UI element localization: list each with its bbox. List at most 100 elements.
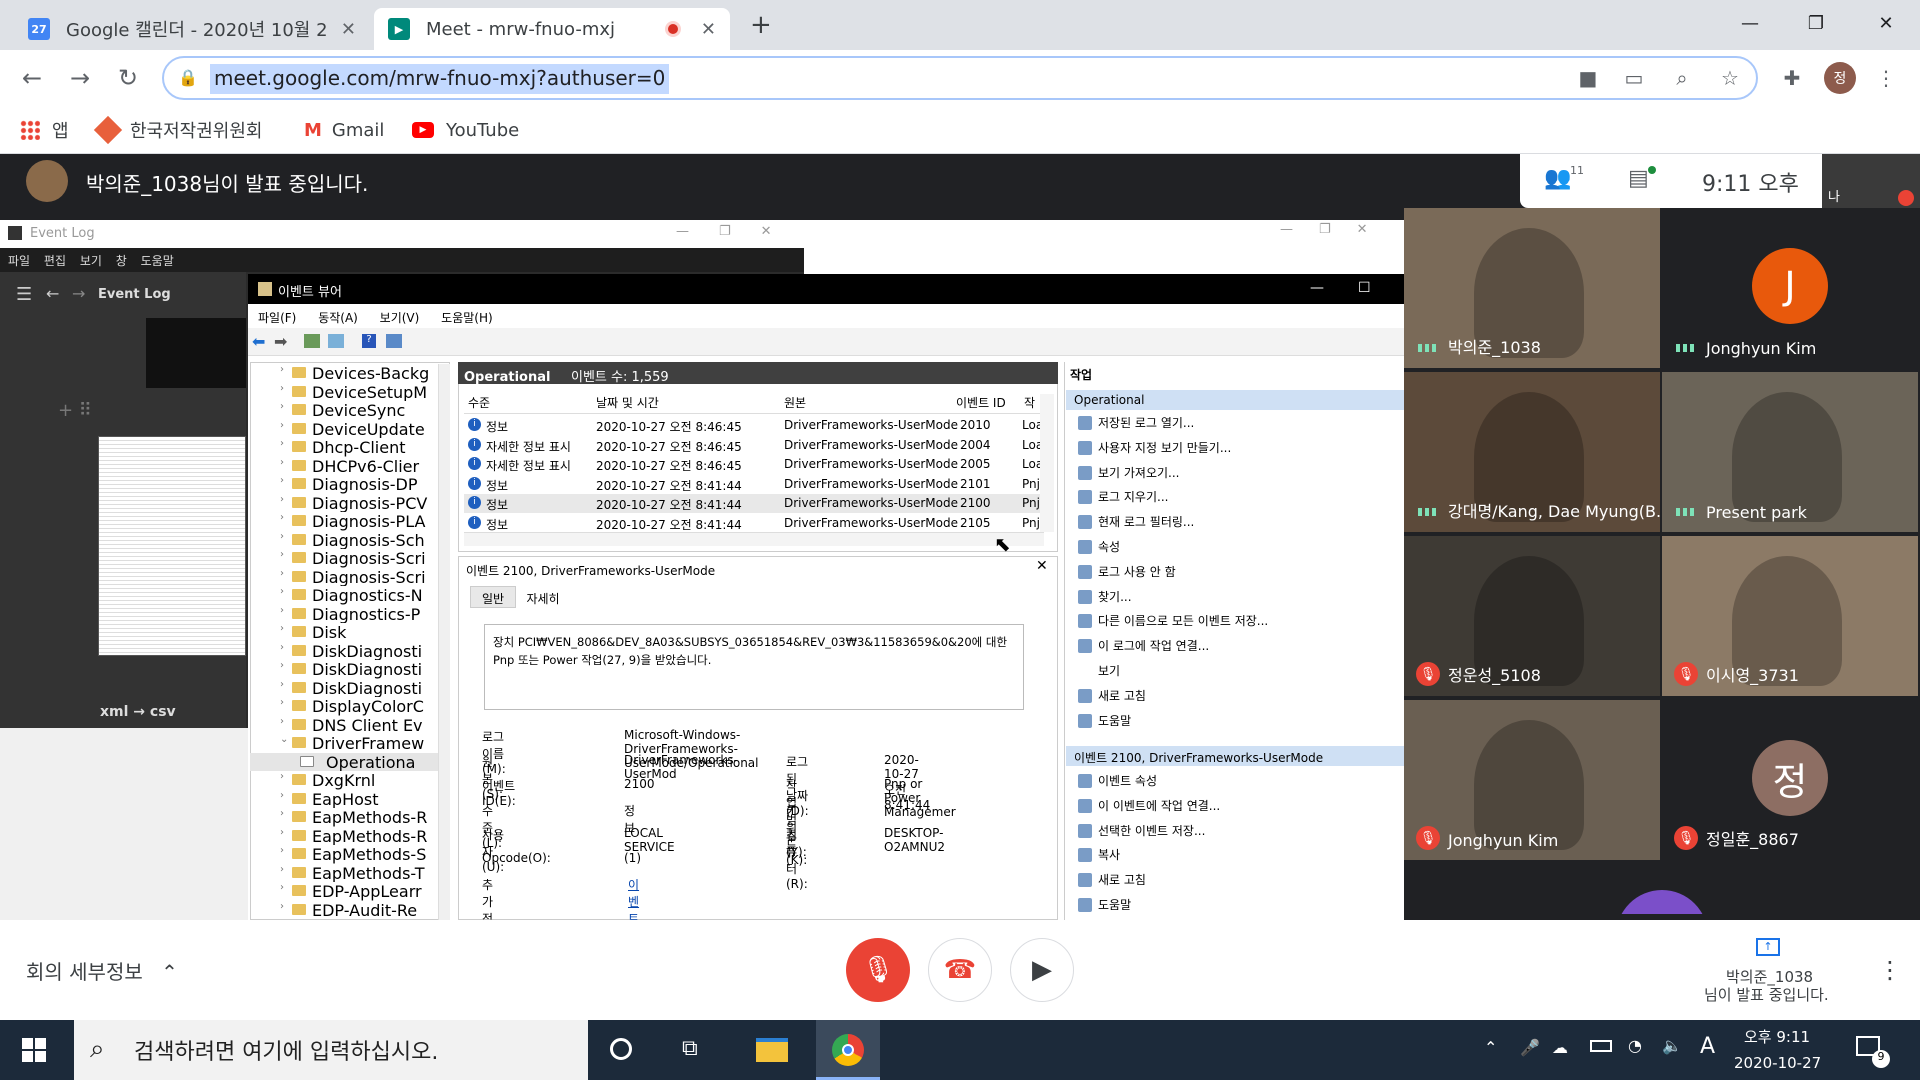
present-screen-icon[interactable]: ↑ — [1756, 938, 1780, 956]
column-task[interactable]: 작 — [1024, 394, 1035, 411]
cast-icon[interactable]: ▭ — [1618, 62, 1650, 94]
chevron-right-icon[interactable]: › — [280, 420, 284, 431]
event-row[interactable]: i 자세한 정보 표시 2020-10-27 오전 8:46:45 DriverFra… — [464, 436, 1043, 455]
star-icon[interactable]: ☆ — [1714, 62, 1746, 94]
new-tab-button[interactable]: + — [750, 10, 772, 40]
menu-edit[interactable]: 편집 — [44, 254, 66, 268]
file-explorer-icon[interactable] — [756, 1038, 788, 1062]
chevron-right-icon[interactable]: › — [280, 790, 284, 801]
forward-arrow-icon[interactable]: ➡ — [274, 332, 287, 351]
chevron-right-icon[interactable]: › — [280, 568, 284, 579]
action-item[interactable]: 새로 고침 — [1078, 871, 1146, 891]
tree-item[interactable]: › Diagnosis-DP — [250, 475, 450, 494]
column-source[interactable]: 원본 — [784, 394, 806, 411]
chevron-right-icon[interactable]: › — [280, 383, 284, 394]
tree-item[interactable]: › DiskDiagnosti — [250, 660, 450, 679]
tree-item[interactable]: › Diagnosis-Sch — [250, 531, 450, 550]
mic-toggle-button[interactable]: 🎙 — [846, 938, 910, 1002]
list-vscrollbar[interactable] — [1040, 394, 1054, 532]
column-datetime[interactable]: 날짜 및 시간 — [596, 394, 659, 411]
cortana-icon[interactable] — [610, 1038, 632, 1060]
wifi-icon[interactable]: ◔ — [1628, 1036, 1642, 1055]
chevron-right-icon[interactable]: › — [280, 679, 284, 690]
tree-item[interactable]: › DisplayColorC — [250, 697, 450, 716]
action-item[interactable]: 다른 이름으로 모든 이벤트 저장... — [1078, 612, 1268, 632]
chevron-right-icon[interactable]: › — [280, 401, 284, 412]
event-row[interactable]: i 정보 2020-10-27 오전 8:41:44 DriverFrameworks… — [464, 494, 1040, 513]
taskbar-search-box[interactable]: 검색하려면 여기에 입력하십시오. — [74, 1020, 588, 1080]
action-item[interactable]: 이벤트 속성 — [1078, 772, 1157, 792]
menu-help[interactable]: 도움말(H) — [441, 311, 493, 325]
bookmark-apps[interactable]: 앱 — [20, 114, 69, 146]
battery-icon[interactable] — [1590, 1040, 1612, 1052]
action-item[interactable]: 선택한 이벤트 저장... — [1078, 822, 1205, 842]
volume-icon[interactable]: 🔈 — [1662, 1036, 1682, 1055]
action-item[interactable]: 이 로그에 작업 연결... — [1078, 637, 1209, 657]
menu-view[interactable]: 보기 — [80, 254, 102, 268]
tree-item[interactable]: › DeviceUpdate — [250, 420, 450, 439]
hangup-button[interactable]: ☎ — [928, 938, 992, 1002]
chevron-right-icon[interactable]: › — [280, 549, 284, 560]
bookmark-copyright[interactable]: 한국저작권위원회 — [93, 114, 262, 146]
tree-item[interactable]: ⌄ DriverFramew — [250, 734, 450, 753]
event-row[interactable]: i 정보 2020-10-27 오전 8:41:44 DriverFrameworks… — [464, 475, 1040, 494]
chevron-right-icon[interactable]: › — [280, 623, 284, 634]
chevron-right-icon[interactable]: › — [280, 660, 284, 671]
action-item[interactable]: 복사 — [1078, 846, 1120, 866]
tab-calendar[interactable]: 27 Google 캘린더 - 2020년 10월 2 ✕ — [14, 8, 370, 50]
tree-item[interactable]: › EapMethods-R — [250, 827, 450, 846]
action-item[interactable]: 사용자 지정 보기 만들기... — [1078, 439, 1231, 459]
clock-time[interactable]: 오후 9:11 — [1744, 1026, 1810, 1047]
back-button[interactable]: ← — [16, 62, 48, 94]
participant-tile[interactable]: J Jonghyun Kim — [1662, 208, 1918, 368]
clock-date[interactable]: 2020-10-27 — [1734, 1054, 1821, 1072]
tree-item[interactable]: › EDP-AppLearr — [250, 882, 450, 901]
chevron-right-icon[interactable]: › — [280, 716, 284, 727]
chevron-right-icon[interactable]: › — [280, 642, 284, 653]
action-item[interactable]: 현재 로그 필터링... — [1078, 513, 1194, 533]
extensions-icon[interactable]: ✚ — [1776, 62, 1808, 94]
tree-item[interactable]: › Diagnostics-N — [250, 586, 450, 605]
close-icon[interactable]: ✕ — [701, 19, 716, 40]
participant-tile[interactable]: 🎙 정운성_5108 — [1404, 536, 1660, 696]
action-pane-icon[interactable] — [386, 334, 402, 348]
tab-meet[interactable]: ▶ Meet - mrw-fnuo-mxj ✕ — [374, 8, 730, 50]
profile-avatar[interactable]: 정 — [1824, 62, 1856, 94]
participant-tile[interactable]: 강대명/Kang, Dae Myung(B... — [1404, 372, 1660, 532]
chat-icon[interactable]: ▤ — [1628, 166, 1649, 191]
chevron-right-icon[interactable]: ⌄ — [280, 734, 288, 745]
action-item[interactable]: 보기 가져오기... — [1078, 464, 1180, 484]
chevron-right-icon[interactable]: › — [280, 494, 284, 505]
chevron-right-icon[interactable]: › — [280, 808, 284, 819]
tray-chevron-icon[interactable]: ⌃ — [1484, 1038, 1497, 1057]
tree-item[interactable]: › DxgKrnl — [250, 771, 450, 790]
detail-tab-details[interactable]: 자세히 — [518, 586, 568, 608]
menu-window[interactable]: 창 — [116, 254, 127, 268]
hamburger-icon[interactable]: ☰ — [16, 284, 32, 305]
action-item[interactable]: 저장된 로그 열기... — [1078, 414, 1194, 434]
tree-item[interactable]: › DiskDiagnosti — [250, 679, 450, 698]
back-arrow-icon[interactable]: ⬅ — [252, 332, 265, 351]
tree-item[interactable]: › EapMethods-T — [250, 864, 450, 883]
actions-group-event[interactable]: 이벤트 2100, DriverFrameworks-UserMode — [1066, 746, 1404, 766]
help-icon[interactable]: ? — [362, 334, 376, 348]
action-item[interactable]: 새로 고침 — [1078, 687, 1146, 707]
chevron-right-icon[interactable]: › — [280, 586, 284, 597]
minimize-button[interactable]: — — [1730, 6, 1770, 40]
chevron-right-icon[interactable]: › — [280, 864, 284, 875]
tree-item[interactable]: › Devices-Backg — [250, 364, 450, 383]
chevron-right-icon[interactable]: › — [280, 901, 284, 912]
tree-item[interactable]: › EDP-Audit-Re — [250, 901, 450, 920]
window-close-button[interactable]: ✕ — [1866, 6, 1906, 40]
tree-item[interactable]: › Diagnosis-PLA — [250, 512, 450, 531]
more-options-icon[interactable]: ⋮ — [1878, 956, 1902, 984]
tree-item[interactable]: › DHCPv6-Clier — [250, 457, 450, 476]
chevron-right-icon[interactable]: › — [280, 457, 284, 468]
tree-item[interactable]: › Dhcp-Client — [250, 438, 450, 457]
camera-icon[interactable]: ■ — [1572, 62, 1604, 94]
action-item[interactable]: 이 이벤트에 작업 연결... — [1078, 797, 1220, 817]
task-view-icon[interactable]: ⧉ — [682, 1036, 698, 1061]
chevron-right-icon[interactable]: › — [280, 438, 284, 449]
chevron-right-icon[interactable]: › — [280, 771, 284, 782]
chevron-right-icon[interactable]: › — [280, 827, 284, 838]
